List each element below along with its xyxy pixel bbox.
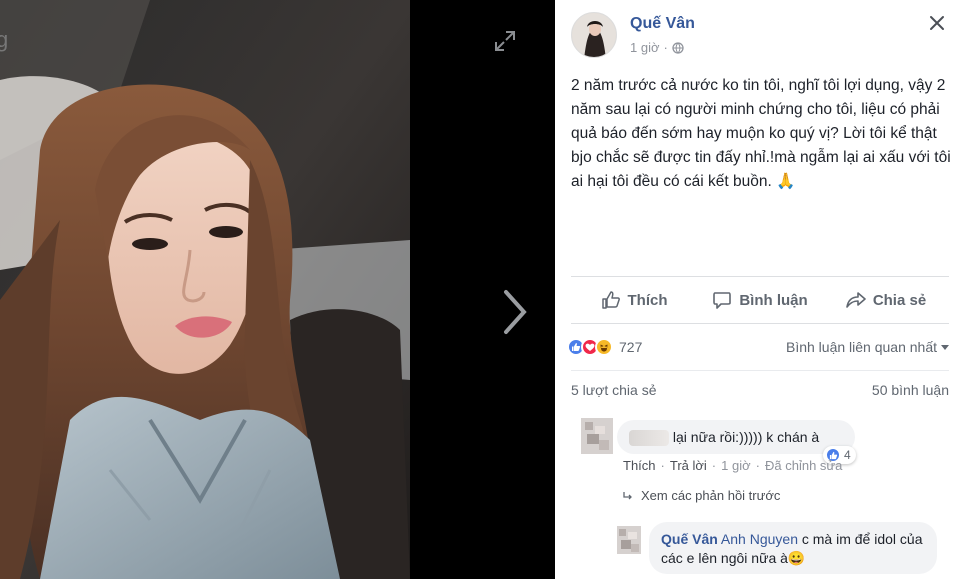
post-time[interactable]: 1 giờ [630, 40, 660, 55]
post-header: Quế Vân 1 giờ · [555, 0, 960, 70]
reply-avatar[interactable] [617, 526, 641, 554]
commenter-avatar[interactable] [581, 418, 613, 454]
separator: · [711, 458, 717, 473]
like-label: Thích [627, 291, 668, 309]
author-name[interactable]: Quế Vân [630, 15, 695, 33]
separator: · [663, 40, 668, 55]
comment-reply-link[interactable]: Trả lời [670, 458, 707, 473]
thumbs-up-icon [601, 291, 620, 309]
haha-icon [595, 338, 613, 356]
comment-edited[interactable]: Đã chỉnh sửa [765, 458, 842, 473]
reply-author[interactable]: Quế Vân [661, 531, 718, 547]
photo-viewer: g [0, 0, 555, 579]
post-stats: 5 lượt chia sẻ 50 bình luận [571, 370, 949, 408]
comment-actions: Thích · Trả lời · 1 giờ · Đã chỉnh sửa [623, 458, 842, 473]
comment-time[interactable]: 1 giờ [721, 458, 751, 473]
photo-theater: g Quế Vân 1 giờ · 2 năm trước cả nước ko… [0, 0, 960, 579]
redacted-name [629, 430, 669, 447]
comments-count[interactable]: 50 bình luận [872, 382, 949, 398]
share-icon [846, 292, 866, 308]
comment-label: Bình luận [739, 291, 808, 309]
close-icon[interactable] [928, 14, 946, 32]
separator: · [755, 458, 760, 473]
comment-like-count: 4 [844, 448, 851, 462]
share-label: Chia sẻ [872, 291, 927, 309]
comment-bubble: lại nữa rồi:))))) k chán à [617, 420, 855, 454]
comment-button[interactable]: Bình luận [697, 277, 823, 323]
globe-icon[interactable] [672, 41, 684, 54]
post-text: 2 năm trước cả nước ko tin tôi, nghĩ tôi… [571, 77, 951, 190]
comment-text: lại nữa rồi:))))) k chán à [672, 429, 820, 445]
shares-count[interactable]: 5 lượt chia sẻ [571, 382, 656, 398]
comment-like-link[interactable]: Thích [623, 458, 656, 473]
like-button[interactable]: Thích [571, 277, 697, 323]
share-button[interactable]: Chia sẻ [823, 277, 949, 323]
reply-arrow-icon [623, 491, 632, 499]
reply-bubble: Quế Vân Anh Nguyen c mà im để idol của c… [649, 522, 937, 574]
view-replies-label: Xem các phản hồi trước [641, 488, 781, 503]
expand-icon[interactable] [494, 30, 516, 52]
next-photo-icon[interactable] [498, 288, 530, 336]
author-avatar[interactable] [571, 12, 617, 58]
view-previous-replies[interactable]: Xem các phản hồi trước [623, 488, 780, 503]
post-meta: 1 giờ · [630, 40, 684, 55]
reactions-count: 727 [619, 339, 643, 355]
comment-sort-dropdown[interactable]: Bình luận liên quan nhất [786, 339, 949, 355]
separator: · [660, 458, 665, 473]
chevron-down-icon [941, 344, 949, 350]
comment-icon [713, 292, 732, 309]
reactions-summary[interactable]: 727 [567, 338, 642, 356]
svg-text:g: g [0, 27, 8, 52]
post-photo[interactable]: g [0, 0, 410, 579]
reply-tag[interactable]: Anh Nguyen [721, 531, 798, 547]
post-panel: Quế Vân 1 giờ · 2 năm trước cả nước ko t… [555, 0, 960, 579]
reactions-row: 727 Bình luận liên quan nhất [567, 334, 949, 360]
sort-label: Bình luận liên quan nhất [785, 339, 937, 355]
post-actions: Thích Bình luận Chia sẻ [571, 276, 949, 324]
